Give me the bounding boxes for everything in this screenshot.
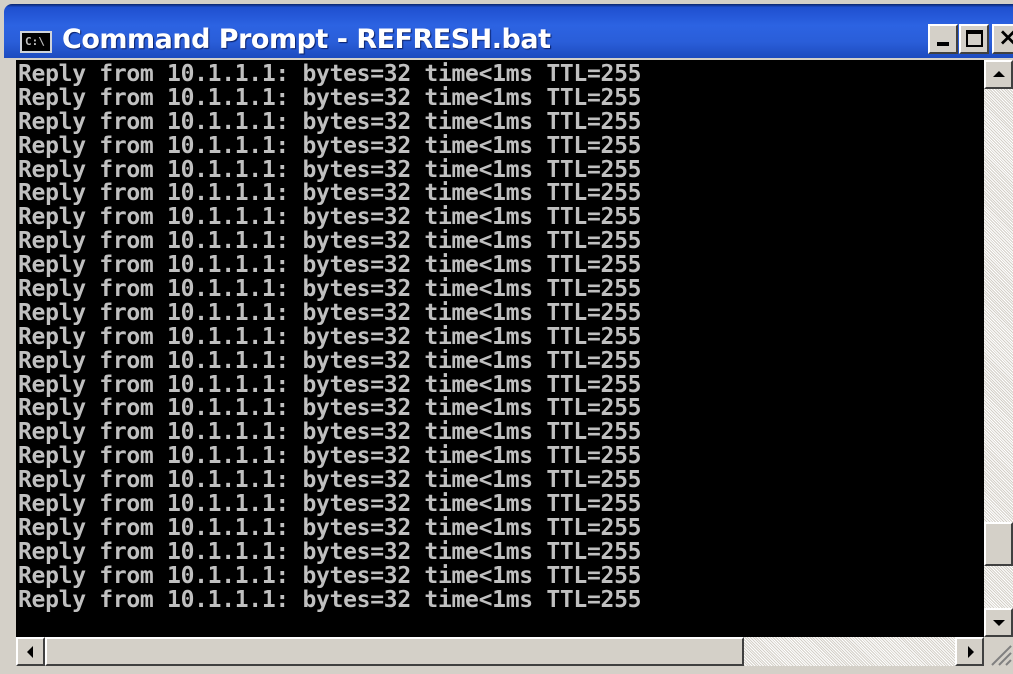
scroll-right-button[interactable] <box>955 637 984 666</box>
console-output[interactable]: Reply from 10.1.1.1: bytes=32 time<1ms T… <box>16 60 984 637</box>
console-line: Reply from 10.1.1.1: bytes=32 time<1ms T… <box>18 108 642 135</box>
console-line: Reply from 10.1.1.1: bytes=32 time<1ms T… <box>18 586 642 613</box>
console-lines: Reply from 10.1.1.1: bytes=32 time<1ms T… <box>18 61 642 613</box>
title-bar[interactable]: C:\ Command Prompt - REFRESH.bat × <box>4 4 1013 58</box>
horizontal-scroll-thumb[interactable] <box>45 637 744 666</box>
console-line: Reply from 10.1.1.1: bytes=32 time<1ms T… <box>18 228 642 255</box>
scroll-down-button[interactable] <box>984 608 1013 637</box>
console-line: Reply from 10.1.1.1: bytes=32 time<1ms T… <box>18 84 642 111</box>
console-line: Reply from 10.1.1.1: bytes=32 time<1ms T… <box>18 180 642 207</box>
maximize-icon <box>966 30 983 47</box>
vertical-scroll-thumb[interactable] <box>984 522 1013 566</box>
maximize-button[interactable] <box>959 24 989 54</box>
minimize-icon <box>937 42 949 46</box>
window-title: Command Prompt - REFRESH.bat <box>62 24 551 55</box>
arrow-down-icon <box>993 620 1005 626</box>
scroll-left-button[interactable] <box>16 637 45 666</box>
console-line: Reply from 10.1.1.1: bytes=32 time<1ms T… <box>18 276 642 303</box>
arrow-left-icon <box>27 646 33 658</box>
close-button[interactable]: × <box>992 23 1013 54</box>
console-line: Reply from 10.1.1.1: bytes=32 time<1ms T… <box>18 562 642 589</box>
console-line: Reply from 10.1.1.1: bytes=32 time<1ms T… <box>18 204 642 231</box>
console-line: Reply from 10.1.1.1: bytes=32 time<1ms T… <box>18 467 642 494</box>
arrow-up-icon <box>993 71 1005 77</box>
grip-line <box>1005 659 1012 666</box>
console-line: Reply from 10.1.1.1: bytes=32 time<1ms T… <box>18 132 642 159</box>
console-line: Reply from 10.1.1.1: bytes=32 time<1ms T… <box>18 538 642 565</box>
console-line: Reply from 10.1.1.1: bytes=32 time<1ms T… <box>18 395 642 422</box>
minimize-button[interactable] <box>928 24 958 54</box>
close-icon: × <box>998 23 1013 51</box>
command-prompt-window: C:\ Command Prompt - REFRESH.bat × Reply… <box>0 0 1013 674</box>
scroll-up-button[interactable] <box>984 60 1013 89</box>
console-line: Reply from 10.1.1.1: bytes=32 time<1ms T… <box>18 156 642 183</box>
console-line: Reply from 10.1.1.1: bytes=32 time<1ms T… <box>18 323 642 350</box>
vertical-scrollbar[interactable] <box>984 60 1013 637</box>
console-line: Reply from 10.1.1.1: bytes=32 time<1ms T… <box>18 299 642 326</box>
window-frame-bottom <box>0 666 1013 674</box>
console-line: Reply from 10.1.1.1: bytes=32 time<1ms T… <box>18 61 642 87</box>
console-line: Reply from 10.1.1.1: bytes=32 time<1ms T… <box>18 514 642 541</box>
console-line: Reply from 10.1.1.1: bytes=32 time<1ms T… <box>18 252 642 279</box>
console-line: Reply from 10.1.1.1: bytes=32 time<1ms T… <box>18 491 642 518</box>
console-icon[interactable]: C:\ <box>20 31 52 53</box>
console-line: Reply from 10.1.1.1: bytes=32 time<1ms T… <box>18 419 642 446</box>
arrow-right-icon <box>968 646 974 658</box>
resize-grip[interactable] <box>984 637 1013 666</box>
horizontal-scrollbar[interactable] <box>16 637 984 666</box>
console-line: Reply from 10.1.1.1: bytes=32 time<1ms T… <box>18 371 642 398</box>
console-line: Reply from 10.1.1.1: bytes=32 time<1ms T… <box>18 347 642 374</box>
window-frame-left <box>0 58 16 674</box>
console-line: Reply from 10.1.1.1: bytes=32 time<1ms T… <box>18 443 642 470</box>
